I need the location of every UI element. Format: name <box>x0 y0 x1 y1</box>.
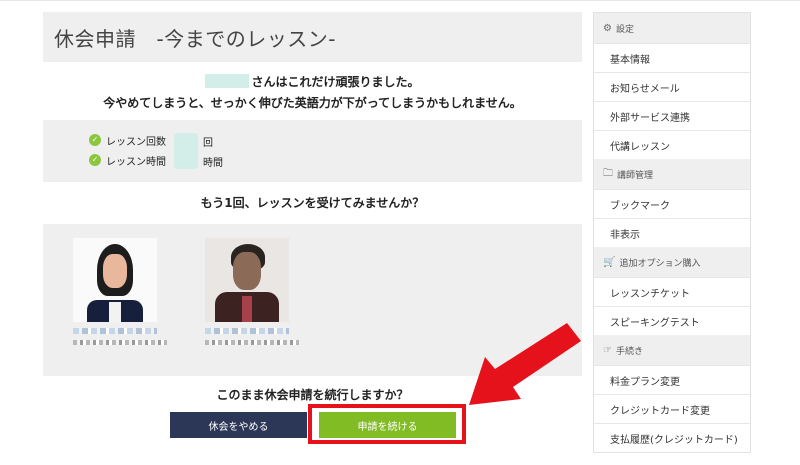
sidebar-item-substitute-lesson[interactable]: 代講レッスン <box>594 130 750 159</box>
teacher-card[interactable] <box>73 238 167 345</box>
top-divider <box>0 0 800 4</box>
teacher-name-masked <box>205 328 289 334</box>
sidebar-heading-procedures: ☞ 手続き <box>594 335 750 365</box>
folder-icon: 🗀 <box>603 167 613 179</box>
title-bar: 休会申請 -今までのレッスン- <box>43 12 582 62</box>
teacher-name-masked <box>73 328 157 334</box>
sidebar-heading-label: 設定 <box>615 24 634 35</box>
sidebar-heading-options: 🛒 追加オプション購入 <box>594 247 750 277</box>
continue-application-button[interactable]: 申請を続ける <box>319 412 456 438</box>
check-icon: ✓ <box>89 134 101 146</box>
sidebar-item-plan-change[interactable]: 料金プラン変更 <box>594 365 750 394</box>
sidebar: ⚙ 設定 基本情報 お知らせメール 外部サービス連携 代講レッスン 🗀 講師管理… <box>593 12 751 453</box>
sidebar-heading-tutors: 🗀 講師管理 <box>594 159 750 189</box>
encouragement-message: さんはこれだけ頑張りました。 今やめてしまうと、せっかく伸びた英語力が下がってし… <box>43 72 582 114</box>
teacher-info-masked <box>73 340 167 345</box>
sidebar-item-bookmark[interactable]: ブックマーク <box>594 189 750 218</box>
lesson-stats-panel: ✓ レッスン回数 ✓ レッスン時間 回 時間 <box>43 120 582 182</box>
sidebar-item-external-services[interactable]: 外部サービス連携 <box>594 101 750 130</box>
cart-icon: 🛒 <box>603 256 616 268</box>
sidebar-heading-label: 手続き <box>615 346 643 357</box>
sidebar-item-notification-mail[interactable]: お知らせメール <box>594 72 750 101</box>
sidebar-item-payment-history[interactable]: 支払履歴(クレジットカード) <box>594 423 750 452</box>
gear-icon: ⚙ <box>603 22 612 34</box>
stat-row-time: ✓ レッスン時間 <box>89 150 582 170</box>
teacher-card[interactable] <box>205 238 299 345</box>
sidebar-heading-label: 講師管理 <box>617 170 654 181</box>
action-buttons: 休会をやめる 申請を続ける <box>43 404 582 444</box>
sidebar-item-speaking-test[interactable]: スピーキングテスト <box>594 306 750 335</box>
check-icon: ✓ <box>89 154 101 166</box>
masked-stat-values <box>174 133 198 169</box>
hand-pointer-icon: ☞ <box>603 344 612 356</box>
page-title: 休会申請 -今までのレッスン- <box>54 26 336 51</box>
message-line-2: 今やめてしまうと、せっかく伸びた英語力が下がってしまうかもしれません。 <box>103 96 522 110</box>
sidebar-item-basic-info[interactable]: 基本情報 <box>594 43 750 72</box>
sidebar-item-hidden[interactable]: 非表示 <box>594 218 750 247</box>
cancel-suspension-button[interactable]: 休会をやめる <box>170 412 307 438</box>
stat-unit-time: 時間 <box>203 158 223 169</box>
sidebar-item-lesson-ticket[interactable]: レッスンチケット <box>594 277 750 306</box>
retry-question: もう1回、レッスンを受けてみませんか？ <box>200 196 425 210</box>
message-line-1: さんはこれだけ頑張りました。 <box>251 75 420 89</box>
sidebar-item-card-change[interactable]: クレジットカード変更 <box>594 394 750 423</box>
teacher-photo[interactable] <box>205 238 289 322</box>
sidebar-heading-settings: ⚙ 設定 <box>594 13 750 43</box>
masked-user-name <box>205 74 250 88</box>
sidebar-heading-label: 追加オプション購入 <box>619 258 701 269</box>
teacher-info-masked <box>205 340 299 345</box>
red-arrow-icon <box>469 323 581 405</box>
stat-unit-count: 回 <box>203 138 213 149</box>
teacher-photo[interactable] <box>73 238 157 322</box>
stat-row-count: ✓ レッスン回数 <box>89 130 582 150</box>
